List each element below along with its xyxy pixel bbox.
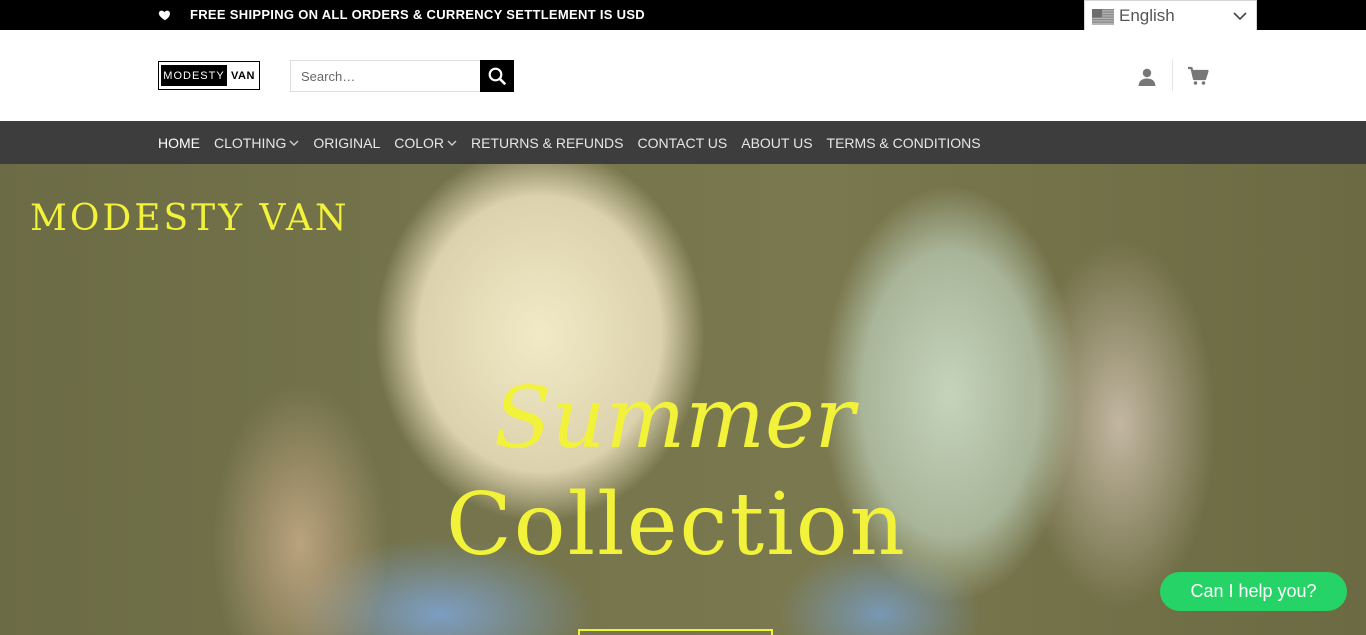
site-header: MODESTY VAN	[0, 30, 1366, 121]
nav-item-label: CLOTHING	[214, 134, 287, 151]
chevron-down-icon	[1233, 12, 1247, 21]
hero-shop-button[interactable]	[578, 629, 773, 635]
search-input[interactable]	[290, 60, 481, 92]
promo-text: FREE SHIPPING ON ALL ORDERS & CURRENCY S…	[190, 7, 645, 22]
nav-item-label: COLOR	[394, 134, 445, 151]
nav-item-original[interactable]: ORIGINAL	[313, 135, 380, 151]
nav-item-returns[interactable]: RETURNS & REFUNDS	[471, 135, 623, 151]
hero-banner[interactable]: MODESTY VAN Summer Collection	[0, 164, 1366, 635]
hero-title-line2: Collection	[446, 475, 907, 575]
nav-item-color[interactable]: COLOR	[394, 135, 457, 151]
chevron-down-icon	[289, 140, 299, 146]
announcement-bar: FREE SHIPPING ON ALL ORDERS & CURRENCY S…	[0, 0, 1366, 31]
logo-text-left: MODESTY	[161, 65, 227, 86]
cart-icon[interactable]	[1187, 66, 1209, 86]
hero-brand: MODESTY VAN	[30, 198, 350, 239]
language-selector[interactable]: English	[1084, 0, 1257, 31]
nav-item-contact[interactable]: CONTACT US	[638, 135, 728, 151]
header-divider	[1172, 59, 1173, 91]
nav-item-label: ABOUT US	[741, 134, 813, 151]
nav-item-label: HOME	[158, 134, 200, 151]
chevron-down-icon	[447, 140, 457, 146]
nav-item-home[interactable]: HOME	[158, 135, 200, 151]
hero-title-line1: Summer	[494, 369, 855, 467]
nav-item-clothing[interactable]: CLOTHING	[214, 135, 299, 151]
nav-item-terms[interactable]: TERMS & CONDITIONS	[827, 135, 981, 151]
chat-help-button[interactable]: Can I help you?	[1160, 572, 1347, 611]
nav-item-label: ORIGINAL	[313, 134, 381, 151]
user-icon[interactable]	[1137, 67, 1157, 87]
nav-item-label: CONTACT US	[637, 134, 728, 151]
nav-item-label: TERMS & CONDITIONS	[826, 134, 981, 151]
nav-item-about[interactable]: ABOUT US	[741, 135, 812, 151]
site-logo[interactable]: MODESTY VAN	[158, 61, 260, 90]
logo-text-right: VAN	[231, 69, 255, 82]
search-button[interactable]	[480, 60, 514, 92]
search-icon	[488, 67, 506, 85]
nav-item-label: RETURNS & REFUNDS	[471, 134, 624, 151]
us-flag-icon	[1092, 9, 1114, 25]
language-label: English	[1119, 6, 1175, 25]
heart-icon	[158, 10, 170, 21]
main-navigation: HOME CLOTHING ORIGINAL COLOR RETURNS & R…	[0, 121, 1366, 164]
